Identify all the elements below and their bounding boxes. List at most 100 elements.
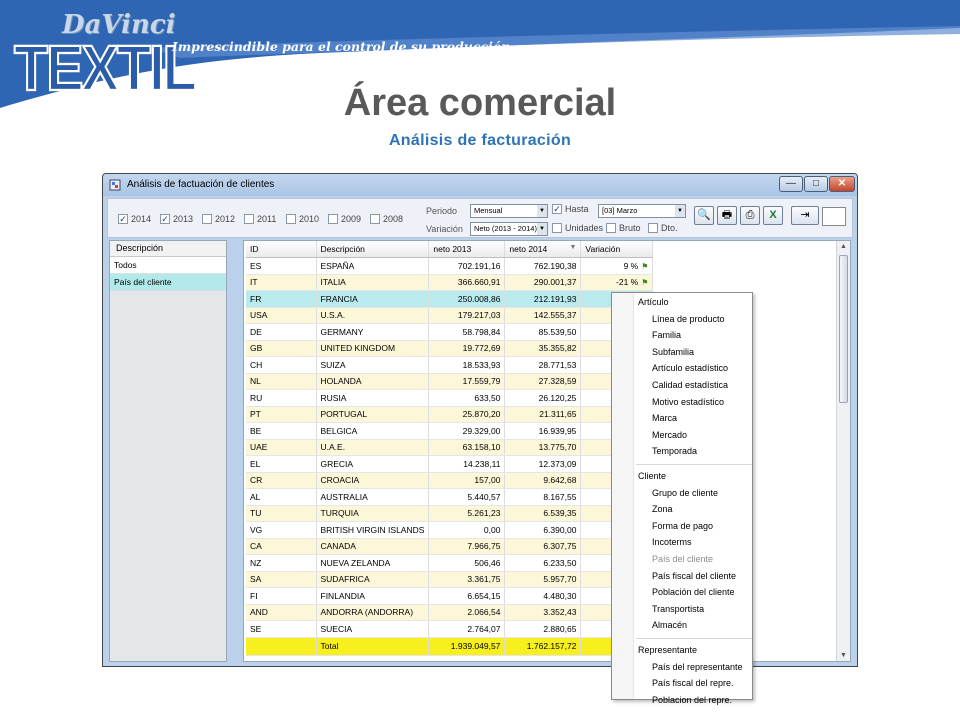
periodo-select[interactable]: Mensual ▼	[470, 204, 548, 218]
excel-button[interactable]: X	[763, 206, 783, 225]
table-row[interactable]: SE SUECIA 2.764,07 2.880,65	[246, 620, 654, 638]
minimize-button[interactable]: —	[779, 176, 803, 192]
menu-item[interactable]: Población del cliente	[612, 584, 752, 600]
hasta-select[interactable]: [03] Marzo ▼	[598, 204, 686, 218]
column-header[interactable]: neto 2014 ▼	[504, 241, 582, 258]
cell-desc: CANADA	[316, 538, 430, 555]
table-row[interactable]: BE BELGICA 29.329,00 16.939,95	[246, 422, 654, 440]
print-preview-button[interactable]: ⎙	[740, 206, 760, 225]
menu-group-header: Artículo	[638, 297, 669, 307]
menu-item[interactable]: Marca	[612, 410, 752, 426]
table-row[interactable]: IT ITALIA 366.660,91 290.001,37 -21 % ⚑	[246, 274, 654, 291]
cell-id: VG	[246, 521, 317, 539]
bruto-checkbox[interactable]: Bruto	[606, 223, 641, 233]
cell-id: AL	[246, 488, 317, 506]
table-row[interactable]: CR CROACIA 157,00 9.642,68	[246, 472, 654, 489]
dto-checkbox[interactable]: Dto.	[648, 223, 678, 233]
menu-item[interactable]: Incoterms	[612, 534, 752, 550]
cell-neto-2014: 6.307,75	[504, 538, 582, 555]
year-checkbox-2009[interactable]: 2009	[328, 214, 361, 224]
menu-item[interactable]: Artículo estadístico	[612, 360, 752, 376]
grouping-item[interactable]: Todos	[110, 257, 226, 274]
export-button[interactable]: ⇥	[791, 206, 819, 225]
table-row[interactable]: USA U.S.A. 179.217,03 142.555,37	[246, 307, 654, 324]
unidades-checkbox[interactable]: Unidades	[552, 223, 603, 233]
cell-neto-2014: 8.167,55	[504, 488, 582, 506]
cell-desc: UNITED KINGDOM	[316, 340, 430, 357]
menu-item[interactable]: Transportista	[612, 601, 752, 617]
window-titlebar[interactable]: Análisis de factuación de clientes — □ ✕	[103, 174, 857, 196]
cell-desc: ITALIA	[316, 274, 430, 291]
grouping-item[interactable]: País del cliente	[110, 274, 226, 291]
billing-table: ID Descripción neto 2013 neto 2014 ▼ Variació…	[246, 241, 654, 656]
menu-item[interactable]: País del representante	[612, 659, 752, 675]
column-header[interactable]: neto 2013	[428, 241, 506, 258]
menu-item[interactable]: País fiscal del cliente	[612, 568, 752, 584]
checkbox-box	[606, 223, 616, 233]
print-button[interactable]: 🖶	[717, 206, 737, 225]
scroll-down-icon[interactable]: ▼	[840, 652, 847, 659]
cell-neto-2013: 633,50	[428, 389, 506, 407]
menu-item[interactable]: Zona	[612, 501, 752, 517]
menu-item[interactable]: País fiscal del repre.	[612, 675, 752, 691]
table-row[interactable]: AL AUSTRALIA 5.440,57 8.167,55	[246, 488, 654, 506]
table-row[interactable]: GB UNITED KINGDOM 19.772,69 35.355,82	[246, 340, 654, 357]
cell-neto-2014: 6.539,35	[504, 505, 582, 522]
menu-item[interactable]: Poblacion del repre.	[612, 692, 752, 708]
table-row[interactable]: AND ANDORRA (ANDORRA) 2.066,54 3.352,43	[246, 604, 654, 621]
cell-id: UAE	[246, 439, 317, 456]
menu-item[interactable]: Calidad estadística	[612, 377, 752, 393]
menu-item[interactable]: Familia	[612, 327, 752, 343]
scroll-up-icon[interactable]: ▲	[840, 243, 847, 250]
year-checkbox-2010[interactable]: 2010	[286, 214, 319, 224]
menu-item[interactable]: Forma de pago	[612, 518, 752, 534]
vertical-scrollbar[interactable]: ▲ ▼	[836, 241, 850, 661]
menu-item[interactable]: Temporada	[612, 443, 752, 459]
table-row[interactable]: NZ NUEVA ZELANDA 506,46 6.233,50	[246, 554, 654, 572]
table-row[interactable]: EL GRECIA 14.238,11 12.373,09	[246, 455, 654, 473]
table-row[interactable]: CA CANADA 7.966,75 6.307,75	[246, 538, 654, 555]
variacion-select[interactable]: Neto (2013 - 2014) ▼	[470, 222, 548, 236]
year-checkbox-2011[interactable]: 2011	[244, 214, 276, 224]
total-label: Total	[316, 637, 430, 656]
table-row[interactable]: CH SUIZA 18.533,93 28.771,53	[246, 356, 654, 374]
menu-item[interactable]: Almacén	[612, 617, 752, 633]
table-row[interactable]: ES ESPAÑA 702.191,16 762.190,38 9 % ⚑	[246, 257, 654, 275]
table-row[interactable]: RU RUSIA 633,50 26.120,25	[246, 389, 654, 407]
cell-desc: GRECIA	[316, 455, 430, 473]
year-checkbox-2008[interactable]: 2008	[370, 214, 403, 224]
scroll-thumb[interactable]	[839, 255, 848, 403]
column-header[interactable]: Variación	[580, 241, 654, 258]
menu-item[interactable]: Grupo de cliente	[612, 485, 752, 501]
context-menu: Artículo Línea de producto Familia Subfamil…	[611, 292, 753, 705]
table-row[interactable]: FR FRANCIA 250.008,86 212.191,93	[246, 290, 654, 308]
year-checkbox-2014[interactable]: ✓ 2014	[118, 214, 151, 224]
year-checkbox-2013[interactable]: ✓ 2013	[160, 214, 193, 224]
close-button[interactable]: ✕	[829, 176, 855, 192]
table-row[interactable]: UAE U.A.E. 63.158,10 13.775,70	[246, 439, 654, 456]
cell-desc: SUDAFRICA	[316, 571, 430, 588]
table-row[interactable]: TU TURQUIA 5.261,23 6.539,35	[246, 505, 654, 522]
total-row: Total 1.939.049,57 1.762.157,72	[246, 637, 654, 656]
menu-item[interactable]: Línea de producto	[612, 311, 752, 327]
column-header[interactable]: ID	[246, 241, 317, 258]
table-row[interactable]: PT PORTUGAL 25.870,20 21.311,65	[246, 406, 654, 423]
menu-item[interactable]: Motivo estadístico	[612, 394, 752, 410]
cell-neto-2014: 85.539,50	[504, 323, 582, 341]
print-preview-icon: ⎙	[745, 209, 755, 221]
table-row[interactable]: NL HOLANDA 17.559,79 27.328,59	[246, 373, 654, 390]
menu-item[interactable]: Subfamilia	[612, 344, 752, 360]
blank-field[interactable]	[822, 207, 846, 226]
hasta-checkbox[interactable]: ✓ Hasta	[552, 204, 589, 214]
search-button[interactable]: 🔍	[694, 206, 714, 225]
table-row[interactable]: DE GERMANY 58.798,84 85.539,50	[246, 323, 654, 341]
cell-id: FR	[246, 290, 317, 308]
table-row[interactable]: SA SUDAFRICA 3.361,75 5.957,70	[246, 571, 654, 588]
maximize-button[interactable]: □	[804, 176, 828, 192]
checkbox-box	[552, 223, 562, 233]
column-header[interactable]: Descripción	[316, 241, 430, 258]
table-row[interactable]: VG BRITISH VIRGIN ISLANDS 0,00 6.390,00	[246, 521, 654, 539]
table-row[interactable]: FI FINLANDIA 6.654,15 4.480,30	[246, 587, 654, 605]
year-checkbox-2012[interactable]: 2012	[202, 214, 235, 224]
menu-item[interactable]: Mercado	[612, 427, 752, 443]
